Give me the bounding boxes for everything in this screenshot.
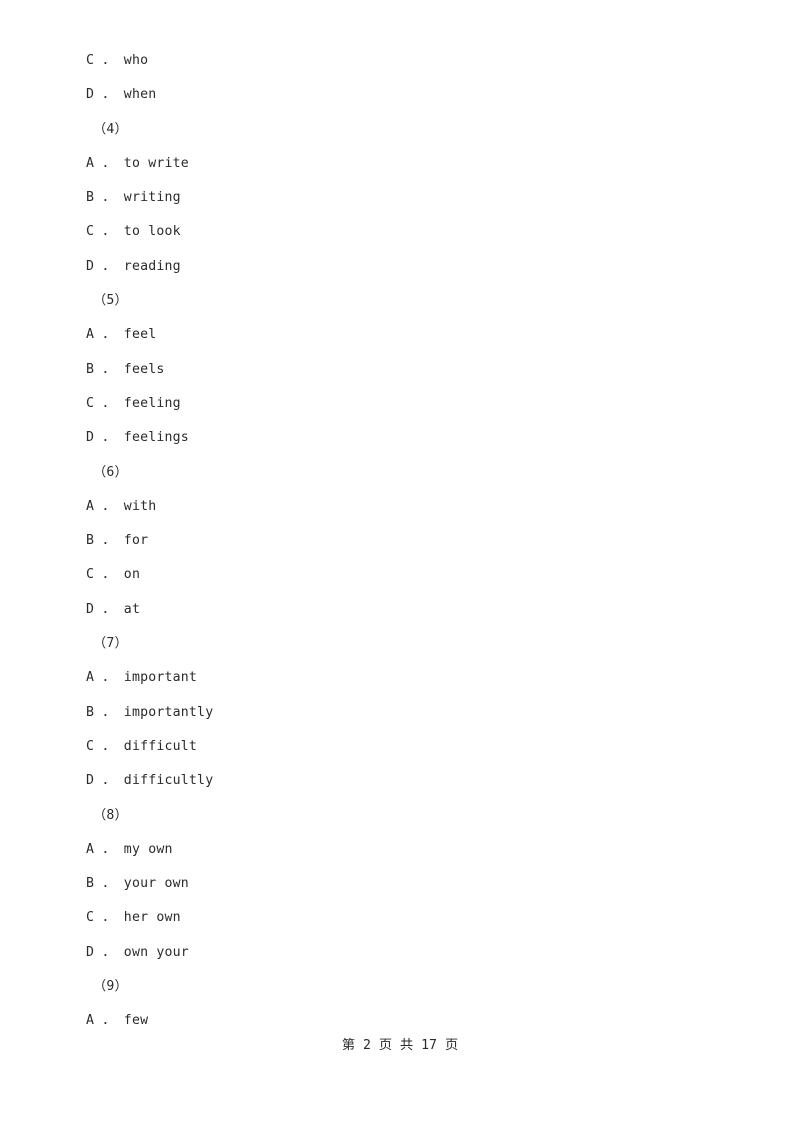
question-number: （9） <box>93 979 128 995</box>
question-number: （4） <box>93 121 128 137</box>
answer-option: C ． feeling <box>86 395 181 411</box>
answer-option: A ． my own <box>86 841 173 857</box>
answer-option: C ． difficult <box>86 738 198 754</box>
answer-option: A ． feel <box>86 327 157 343</box>
answer-option: B ． your own <box>86 876 189 892</box>
answer-option: D ． at <box>86 601 141 617</box>
answer-option: C ． her own <box>86 910 181 926</box>
document-body: C ． who D ． when （4） A ． to write B ． writin… <box>86 44 716 1039</box>
answer-option: C ． on <box>86 567 141 583</box>
question-number: （7） <box>93 636 128 652</box>
answer-option: C ． who <box>86 53 149 68</box>
answer-option: B ． importantly <box>86 704 214 720</box>
question-number: （8） <box>93 807 128 823</box>
answer-option: A ． with <box>86 498 157 514</box>
page-footer: 第 2 页 共 17 页 <box>341 1038 459 1053</box>
question-number: （6） <box>93 464 128 480</box>
answer-option: B ． feels <box>86 361 165 377</box>
answer-option: A ． to write <box>86 155 189 171</box>
answer-option: A ． important <box>86 670 198 686</box>
answer-option: D ． own your <box>86 944 189 960</box>
answer-option: D ． feelings <box>86 430 189 446</box>
document-page: C ． who D ． when （4） A ． to write B ． writin… <box>0 0 800 1132</box>
answer-option: C ． to look <box>86 224 181 240</box>
answer-option: D ． reading <box>86 258 181 274</box>
answer-option: D ． difficultly <box>86 773 214 789</box>
answer-option: D ． when <box>86 87 157 103</box>
question-number: （5） <box>93 293 128 309</box>
answer-option: B ． writing <box>86 190 181 206</box>
answer-option: B ． for <box>86 533 149 549</box>
